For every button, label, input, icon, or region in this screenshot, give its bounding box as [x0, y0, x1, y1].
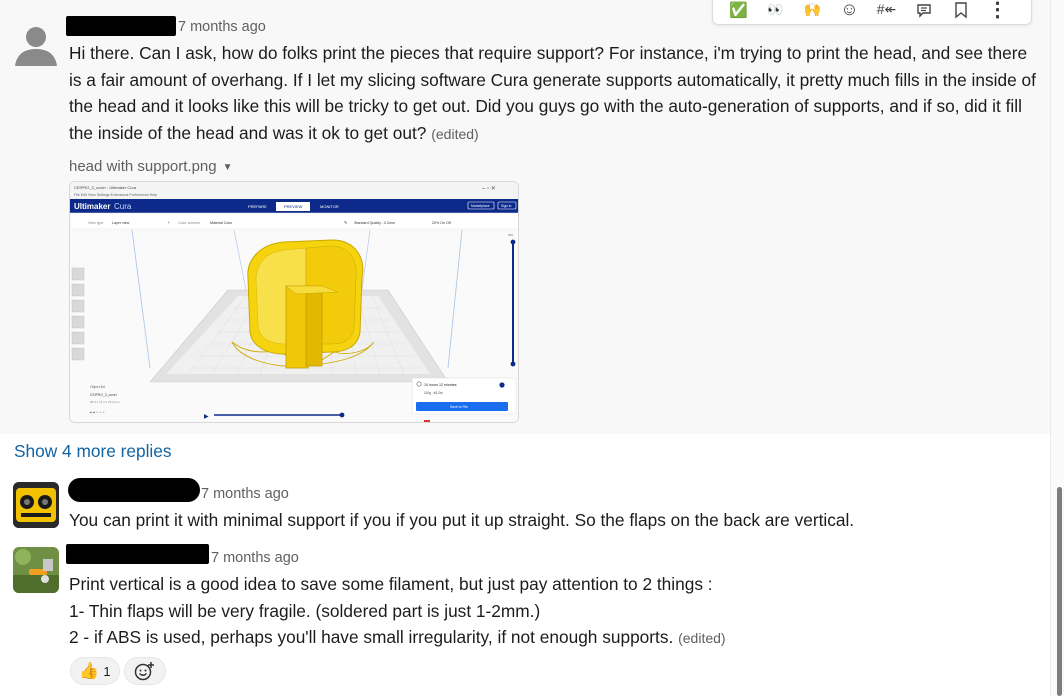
- avatar-speaker-image: [13, 482, 59, 528]
- check-emoji-glyph: ✅: [729, 1, 748, 19]
- svg-text:▶: ▶: [204, 414, 209, 420]
- reply-in-thread-icon[interactable]: #↞: [868, 0, 905, 24]
- avatar-garden-image: [13, 547, 59, 593]
- raised-hands-emoji-glyph: 🙌: [803, 1, 822, 17]
- edited-indicator: (edited): [431, 125, 479, 142]
- show-more-replies-link[interactable]: Show 4 more replies: [14, 441, 172, 462]
- message-actions-toolbar: ✅ 👀 🙌 ☺ #↞ ⋮: [712, 0, 1032, 25]
- cura-menu-bar: File Edit View Settings Extensions Prefe…: [74, 193, 157, 197]
- message-text: Hi there. Can I ask, how do folks print …: [69, 40, 1044, 147]
- cura-signin: Sign in: [501, 204, 511, 208]
- message-line-2: 1- Thin flaps will be very fragile. (sol…: [69, 600, 541, 621]
- message-1: 7 months ago Hi there. Can I ask, how do…: [0, 0, 1050, 434]
- cura-brand: Ultimaker: [74, 202, 110, 211]
- svg-text:✎: ✎: [344, 220, 347, 225]
- raised-hands-emoji-icon[interactable]: 🙌: [794, 0, 831, 24]
- cura-marketplace: Marketplace: [471, 204, 490, 208]
- eyes-emoji-glyph: 👀: [767, 1, 784, 17]
- add-reaction-glyph: ☺: [840, 0, 859, 19]
- eyes-emoji-icon[interactable]: 👀: [757, 0, 794, 24]
- attachment-name: head with support.png: [69, 158, 217, 175]
- cura-object-name: CEIPRO_3_cover: [90, 393, 118, 397]
- cura-view-type-value: Layer view: [112, 221, 130, 225]
- edited-indicator: (edited): [678, 630, 726, 646]
- message-timestamp[interactable]: 7 months ago: [178, 19, 266, 35]
- message-body: You can print it with minimal support if…: [69, 510, 855, 530]
- attachment-title[interactable]: head with support.png ▼: [69, 158, 233, 175]
- cura-brand-sub: Cura: [114, 202, 132, 211]
- cura-layer-top: 300: [508, 233, 513, 237]
- more-actions-icon[interactable]: ⋮: [979, 0, 1016, 24]
- bookmark-shape-icon: [954, 1, 967, 18]
- svg-text:– ▫ ✕: – ▫ ✕: [482, 186, 496, 192]
- cura-object-dims: 85.0 x 74.3 x 79.0 mm: [90, 400, 120, 404]
- check-emoji-icon[interactable]: ✅: [720, 0, 757, 24]
- add-emoji-icon: [134, 662, 154, 681]
- cura-print-settings: 20% On Off: [432, 221, 451, 225]
- cura-object-list: Object list: [90, 385, 105, 389]
- add-reaction-button[interactable]: [124, 657, 166, 685]
- bookmark-icon[interactable]: [942, 0, 979, 24]
- message-2: 7 months ago You can print it with minim…: [0, 470, 1050, 540]
- message-timestamp[interactable]: 7 months ago: [201, 486, 289, 502]
- message-line-3-wrap: 2 - if ABS is used, perhaps you'll have …: [69, 624, 1044, 652]
- cura-color-scheme-value: Material Color: [210, 221, 233, 225]
- scrollbar-thumb[interactable]: [1057, 487, 1062, 696]
- attachment-image[interactable]: CEIPRO_3_cover - Ultimaker Cura File Edi…: [69, 181, 519, 423]
- cura-profile: Standard Quality - 0.2mm: [354, 221, 395, 225]
- avatar[interactable]: [13, 22, 59, 68]
- comment-icon[interactable]: [905, 0, 942, 24]
- chevron-down-icon[interactable]: ▼: [223, 162, 233, 173]
- reply-in-thread-glyph: #↞: [876, 1, 897, 17]
- cura-view-type-label: View type: [88, 221, 104, 225]
- cura-window-title: CEIPRO_3_cover - Ultimaker Cura: [74, 185, 137, 190]
- reaction-count: 1: [103, 663, 111, 679]
- message-line-3: 2 - if ABS is used, perhaps you'll have …: [69, 627, 674, 647]
- cura-screenshot: CEIPRO_3_cover - Ultimaker Cura File Edi…: [70, 182, 518, 422]
- cura-stage-preview: PREVIEW: [284, 204, 303, 209]
- avatar[interactable]: [13, 547, 59, 593]
- avatar[interactable]: [13, 482, 59, 528]
- cura-estimate-material: 110g · 46.2m: [424, 391, 443, 395]
- thumbs-up-emoji-icon: 👍: [79, 663, 100, 680]
- comment-bubble-icon: [916, 3, 931, 18]
- add-reaction-icon[interactable]: ☺: [831, 0, 868, 24]
- message-text: Print vertical is a good idea to save so…: [69, 571, 1044, 652]
- more-actions-glyph: ⋮: [987, 0, 1008, 21]
- message-body: Hi there. Can I ask, how do folks print …: [69, 43, 1036, 143]
- cura-stage-prepare: PREPARE: [248, 204, 267, 209]
- default-user-icon: [15, 27, 57, 66]
- message-timestamp[interactable]: 7 months ago: [211, 550, 299, 566]
- cura-save-button: Save to File: [450, 405, 468, 409]
- redacted-username[interactable]: [68, 478, 200, 502]
- cura-stage-monitor: MONITOR: [320, 204, 339, 209]
- redacted-username[interactable]: [66, 544, 209, 564]
- message-line-1: Print vertical is a good idea to save so…: [69, 574, 713, 594]
- cura-estimate-time: 10 hours 12 minutes: [424, 383, 457, 387]
- svg-text:▪ ▪ ▫ ▫ ▫: ▪ ▪ ▫ ▫ ▫: [90, 410, 105, 416]
- redacted-username[interactable]: [66, 16, 176, 36]
- reaction-thumbs-up[interactable]: 👍 1: [70, 657, 120, 685]
- cura-color-scheme-label: Color scheme: [178, 221, 200, 225]
